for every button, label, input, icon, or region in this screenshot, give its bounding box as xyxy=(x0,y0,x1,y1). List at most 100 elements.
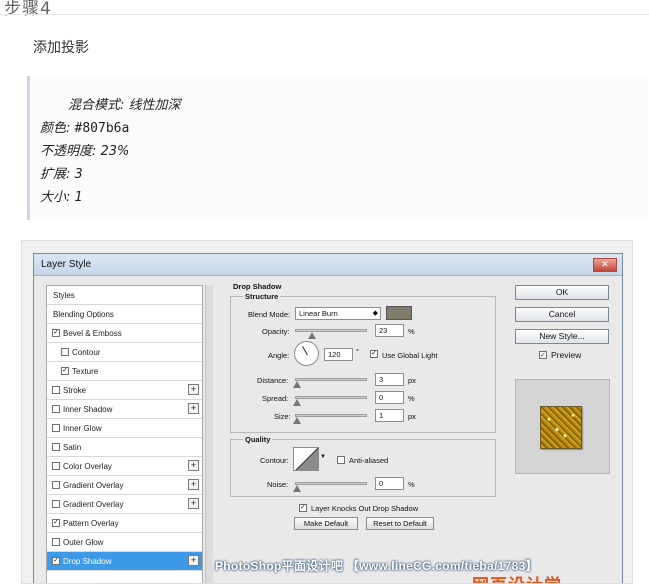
style-list-item[interactable]: ✓ Pattern Overlay xyxy=(47,514,202,533)
add-style-icon[interactable]: + xyxy=(188,384,199,395)
style-list-item[interactable]: Color Overlay + xyxy=(47,457,202,476)
style-list-label: Styles xyxy=(53,291,75,300)
add-style-icon[interactable]: + xyxy=(188,403,199,414)
noise-unit: % xyxy=(408,480,415,489)
quality-title: Quality xyxy=(243,435,273,444)
make-default-button[interactable]: Make Default xyxy=(294,517,358,530)
knocks-out-checkbox[interactable]: ✓ xyxy=(299,504,307,512)
style-list-item[interactable]: ✓ Texture xyxy=(47,362,202,381)
style-list-item[interactable]: ✓ Drop Shadow + xyxy=(47,552,202,571)
style-checkbox[interactable] xyxy=(61,348,69,356)
divider xyxy=(0,14,649,15)
style-list-label: Texture xyxy=(72,367,99,376)
noise-slider-thumb[interactable] xyxy=(293,485,301,492)
distance-label: Distance: xyxy=(257,376,289,385)
style-list-item[interactable]: Gradient Overlay + xyxy=(47,495,202,514)
new-style-button[interactable]: New Style... xyxy=(515,329,609,344)
style-checkbox[interactable] xyxy=(52,405,60,413)
style-checkbox[interactable] xyxy=(52,443,60,451)
style-checkbox[interactable] xyxy=(52,462,60,470)
layer-style-screenshot: Layer Style ✕ Styles Blending Options ✓ Bev… xyxy=(21,240,633,584)
add-style-icon[interactable]: + xyxy=(188,479,199,490)
cancel-button[interactable]: Cancel xyxy=(515,307,609,322)
spread-input[interactable]: 0 xyxy=(375,391,404,404)
reset-default-button[interactable]: Reset to Default xyxy=(366,517,434,530)
contour-picker[interactable] xyxy=(293,447,319,471)
spread-slider[interactable] xyxy=(295,396,367,399)
preview-label: Preview xyxy=(551,350,582,360)
opacity-input[interactable]: 23 xyxy=(375,324,404,337)
setting-color-label: 颜色: xyxy=(40,121,71,136)
contour-dropdown-icon[interactable]: ▼ xyxy=(320,454,326,460)
style-list-label: Drop Shadow xyxy=(63,557,112,566)
style-list-item[interactable]: ✓ Bevel & Emboss xyxy=(47,324,202,343)
add-style-icon[interactable]: + xyxy=(188,460,199,471)
style-checkbox[interactable] xyxy=(52,538,60,546)
anti-aliased-checkbox[interactable] xyxy=(337,456,345,464)
style-list-item[interactable]: Contour xyxy=(47,343,202,362)
style-checkbox[interactable] xyxy=(52,500,60,508)
opacity-slider[interactable] xyxy=(295,329,367,332)
preview-checkbox[interactable]: ✓ xyxy=(539,351,547,359)
angle-dial[interactable] xyxy=(294,341,319,366)
anti-aliased-label: Anti-aliased xyxy=(349,456,389,465)
size-slider[interactable] xyxy=(295,414,367,417)
size-unit: px xyxy=(408,412,416,421)
size-label: Size: xyxy=(274,412,291,421)
dialog-titlebar[interactable]: Layer Style ✕ xyxy=(34,254,622,276)
setting-spread: 扩展: 3 xyxy=(40,167,83,182)
add-style-icon[interactable]: + xyxy=(188,498,199,509)
noise-input[interactable]: 0 xyxy=(375,477,404,490)
style-list-item[interactable]: Inner Shadow + xyxy=(47,400,202,419)
style-list-label: Color Overlay xyxy=(63,462,112,471)
style-checkbox[interactable] xyxy=(52,386,60,394)
style-checkbox[interactable]: ✓ xyxy=(52,329,60,337)
styles-list-scrollbar[interactable] xyxy=(205,285,213,583)
blend-mode-select[interactable]: Linear Burn ◆ xyxy=(295,307,381,320)
style-list-label: Gradient Overlay xyxy=(63,481,124,490)
style-list-item[interactable]: Inner Glow xyxy=(47,419,202,438)
section-title: Drop Shadow xyxy=(233,282,282,291)
style-checkbox[interactable]: ✓ xyxy=(61,367,69,375)
style-list-item[interactable]: Satin xyxy=(47,438,202,457)
style-list-label: Inner Glow xyxy=(63,424,102,433)
noise-slider[interactable] xyxy=(295,482,367,485)
distance-slider-thumb[interactable] xyxy=(293,381,301,388)
size-slider-thumb[interactable] xyxy=(293,417,301,424)
noise-label: Noise: xyxy=(267,480,289,489)
watermark-logo: 网页设计学 xyxy=(472,571,562,583)
spread-slider-thumb[interactable] xyxy=(293,399,301,406)
spread-unit: % xyxy=(408,394,415,403)
add-style-icon[interactable]: + xyxy=(188,555,199,566)
setting-color-value: #807b6a xyxy=(74,121,130,136)
style-checkbox[interactable] xyxy=(52,481,60,489)
opacity-unit: % xyxy=(408,327,415,336)
spread-label: Spread: xyxy=(262,394,289,403)
opacity-slider-thumb[interactable] xyxy=(307,332,316,339)
style-list-label: Pattern Overlay xyxy=(63,519,119,528)
distance-input[interactable]: 3 xyxy=(375,373,404,386)
style-list-item[interactable]: Outer Glow xyxy=(47,533,202,552)
angle-label: Angle: xyxy=(268,351,290,360)
contour-curve-icon xyxy=(295,448,318,470)
style-list-item[interactable]: Stroke + xyxy=(47,381,202,400)
style-checkbox[interactable]: ✓ xyxy=(52,557,60,565)
distance-slider[interactable] xyxy=(295,378,367,381)
ok-button[interactable]: OK xyxy=(515,285,609,300)
use-global-light-label: Use Global Light xyxy=(382,351,438,360)
use-global-light-checkbox[interactable]: ✓ xyxy=(370,350,378,358)
step-title: 步骤4 xyxy=(4,0,52,19)
angle-input[interactable]: 120 xyxy=(324,348,353,361)
shadow-color-swatch[interactable] xyxy=(386,306,412,320)
blend-mode-label: Blend Mode: xyxy=(248,310,291,319)
style-checkbox[interactable]: ✓ xyxy=(52,519,60,527)
style-list-item[interactable]: Styles xyxy=(47,286,202,305)
style-list-item[interactable]: Blending Options xyxy=(47,305,202,324)
chevron-down-icon: ◆ xyxy=(372,310,378,317)
setting-size: 大小: 1 xyxy=(40,190,83,205)
style-list-item[interactable]: Gradient Overlay + xyxy=(47,476,202,495)
close-icon[interactable]: ✕ xyxy=(593,258,617,272)
style-checkbox[interactable] xyxy=(52,424,60,432)
size-input[interactable]: 1 xyxy=(375,409,404,422)
layer-style-dialog: Layer Style ✕ Styles Blending Options ✓ Bev… xyxy=(33,253,623,583)
